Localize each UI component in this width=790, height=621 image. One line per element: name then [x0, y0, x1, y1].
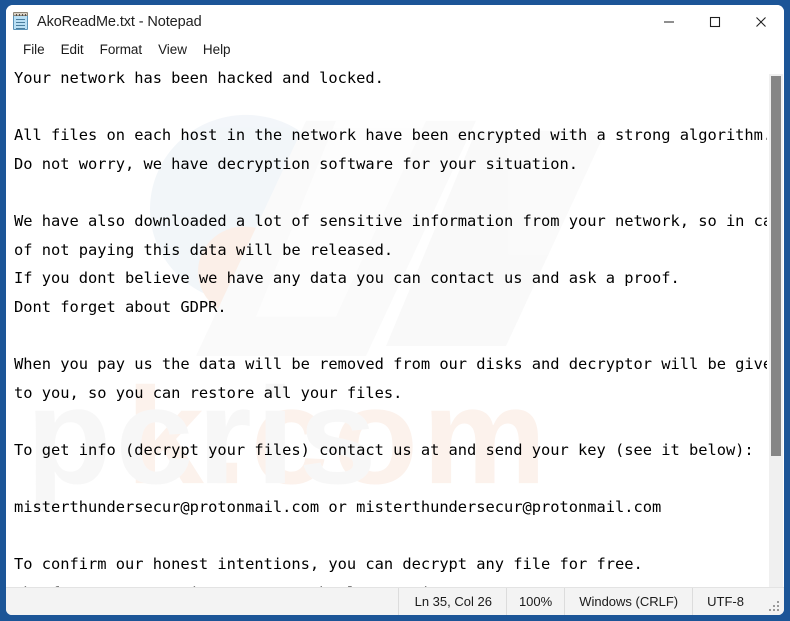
menu-bar: File Edit Format View Help: [6, 38, 784, 62]
text-line: of not paying this data will be released…: [14, 240, 394, 259]
menu-item-edit[interactable]: Edit: [53, 40, 92, 60]
text-line: [14, 93, 767, 122]
status-cursor-position[interactable]: Ln 35, Col 26: [397, 588, 506, 615]
status-bar: Ln 35, Col 26 100% Windows (CRLF) UTF-8: [6, 587, 784, 615]
text-line: to you, so you can restore all your file…: [14, 383, 403, 402]
text-content[interactable]: Your network has been hacked and locked.…: [6, 62, 767, 587]
notepad-window: AkoReadMe.txt - Notepad File Edit Format…: [0, 0, 790, 621]
title-bar[interactable]: AkoReadMe.txt - Notepad: [6, 5, 784, 38]
menu-item-file[interactable]: File: [15, 40, 53, 60]
resize-grip-icon[interactable]: [768, 600, 780, 612]
maximize-button[interactable]: [692, 5, 738, 38]
menu-item-help[interactable]: Help: [195, 40, 239, 60]
text-line: [14, 464, 767, 493]
menu-item-view[interactable]: View: [150, 40, 195, 60]
close-icon: [755, 16, 767, 28]
status-line-ending[interactable]: Windows (CRLF): [564, 588, 692, 615]
window-client-area: AkoReadMe.txt - Notepad File Edit Format…: [6, 5, 784, 615]
maximize-icon: [709, 16, 721, 28]
notepad-icon: [12, 12, 29, 31]
status-zoom-level[interactable]: 100%: [505, 588, 564, 615]
text-line: If you dont believe we have any data you…: [14, 269, 680, 288]
text-line: We have also downloaded a lot of sensiti…: [14, 211, 767, 230]
menu-item-format[interactable]: Format: [92, 40, 150, 60]
editor-area[interactable]: k.com pcris Your network has been hacked…: [6, 62, 784, 587]
text-line: [14, 522, 767, 551]
text-line: [14, 407, 767, 436]
minimize-icon: [663, 16, 675, 28]
text-line: The faster you get in contact - the lowe…: [14, 579, 767, 587]
vertical-scrollbar[interactable]: [767, 62, 784, 587]
scrollbar-thumb[interactable]: [771, 76, 781, 456]
text-line: Your network has been hacked and locked.: [14, 69, 384, 87]
minimize-button[interactable]: [646, 5, 692, 38]
close-button[interactable]: [738, 5, 784, 38]
text-line: Do not worry, we have decryption softwar…: [14, 154, 579, 173]
text-line: [14, 321, 767, 350]
text-line: To get info (decrypt your files) contact…: [14, 440, 754, 459]
text-line: All files on each host in the network ha…: [14, 126, 767, 145]
text-line: To confirm our honest intentions, you ca…: [14, 555, 643, 574]
text-line: Dont forget about GDPR.: [14, 297, 227, 316]
text-line: misterthundersecur@protonmail.com or mis…: [14, 497, 662, 516]
text-line: [14, 178, 767, 207]
text-line: When you pay us the data will be removed…: [14, 354, 767, 373]
title-bar-left: AkoReadMe.txt - Notepad: [6, 5, 202, 38]
window-title: AkoReadMe.txt - Notepad: [37, 13, 202, 30]
window-controls: [646, 5, 784, 38]
